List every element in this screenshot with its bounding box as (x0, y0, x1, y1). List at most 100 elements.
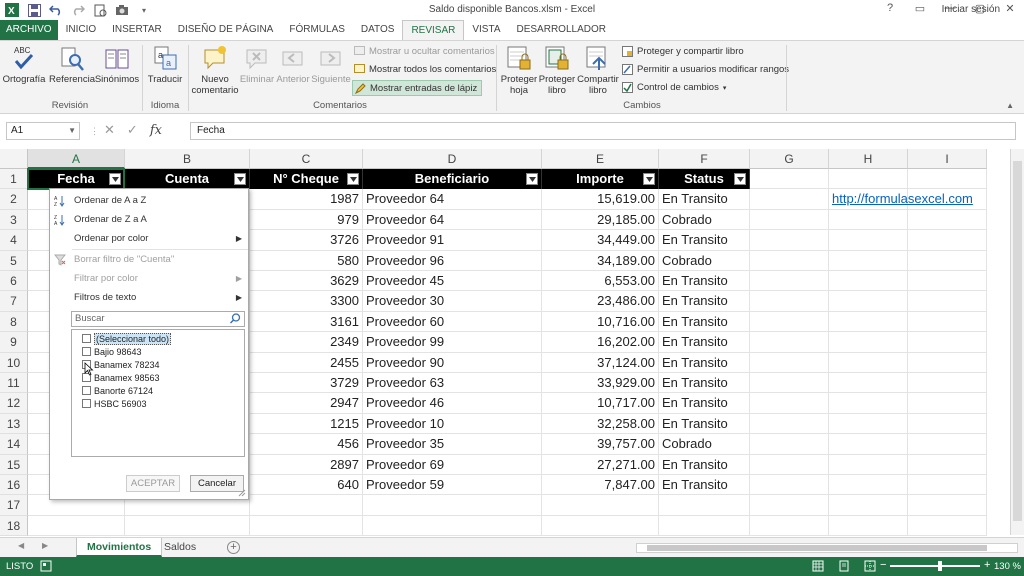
cell[interactable] (659, 515, 750, 537)
row-header[interactable]: 11 (0, 373, 28, 394)
accept-button[interactable]: ACEPTAR (126, 475, 180, 492)
cell[interactable]: 580 (250, 250, 363, 271)
row-header[interactable]: 13 (0, 413, 28, 435)
cell[interactable]: En Transito (659, 332, 750, 353)
cancel-button[interactable]: Cancelar (190, 475, 244, 492)
tab-datos[interactable]: DATOS (353, 20, 403, 40)
confirm-entry-icon[interactable]: ✓ (127, 122, 138, 138)
cell[interactable] (829, 454, 908, 475)
cell[interactable] (659, 495, 750, 516)
cell[interactable]: 33,929.00 (542, 373, 659, 394)
cell[interactable]: 3729 (250, 373, 363, 394)
cell[interactable]: En Transito (659, 454, 750, 475)
cell[interactable]: Proveedor 99 (363, 332, 542, 353)
row-header[interactable]: 1 (0, 169, 28, 190)
ribbon-display-icon[interactable]: ▭ (912, 2, 928, 15)
cell[interactable]: 32,258.00 (542, 413, 659, 435)
cell[interactable]: 2897 (250, 454, 363, 475)
cell[interactable] (125, 515, 250, 537)
tab-inicio[interactable]: INICIO (58, 20, 105, 40)
traducir-button[interactable]: aa Traducir (146, 44, 184, 85)
cell[interactable] (829, 271, 908, 292)
cell[interactable]: Cobrado (659, 209, 750, 231)
close-button[interactable]: ✕ (1002, 2, 1018, 15)
cell[interactable] (908, 230, 987, 251)
cell[interactable]: 2947 (250, 393, 363, 414)
cell[interactable]: 2455 (250, 352, 363, 373)
permitir-modificar-rangos[interactable]: Permitir a usuarios modificar rangos (622, 64, 789, 75)
cell[interactable]: Proveedor 63 (363, 373, 542, 394)
tab-archivo[interactable]: ARCHIVO (0, 20, 58, 40)
proteger-libro-button[interactable]: Proteger libro (538, 44, 576, 96)
cell[interactable] (908, 271, 987, 292)
cell[interactable]: 3300 (250, 291, 363, 312)
help-icon[interactable]: ? (882, 2, 898, 15)
cell[interactable] (750, 332, 829, 353)
cell[interactable] (750, 373, 829, 394)
eliminar-comentario-button[interactable]: Eliminar (240, 44, 274, 85)
row-header[interactable]: 6 (0, 271, 28, 292)
vertical-scroll-thumb[interactable] (1013, 161, 1022, 521)
cell[interactable] (542, 495, 659, 516)
row-header[interactable]: 12 (0, 393, 28, 414)
collapse-ribbon-icon[interactable]: ▲ (1006, 101, 1014, 110)
tab-diseno-pagina[interactable]: DISEÑO DE PÁGINA (170, 20, 282, 40)
cell[interactable] (750, 250, 829, 271)
cell[interactable] (829, 393, 908, 414)
cell[interactable]: Proveedor 30 (363, 291, 542, 312)
checkbox[interactable] (82, 399, 91, 408)
sheet-tab-saldos[interactable]: Saldos (154, 538, 206, 557)
formula-input[interactable]: Fecha (190, 122, 1016, 140)
sort-by-color-item[interactable]: Ordenar por color ▶ (50, 229, 248, 248)
cell[interactable]: 10,717.00 (542, 393, 659, 414)
cell[interactable]: En Transito (659, 352, 750, 373)
hyperlink-cell[interactable]: http://formulasexcel.com (829, 189, 973, 210)
cell[interactable] (750, 495, 829, 516)
cell[interactable]: Proveedor 91 (363, 230, 542, 251)
cell[interactable] (829, 515, 908, 537)
column-header-a[interactable]: A (28, 149, 125, 169)
clear-filter-item[interactable]: Borrar filtro de "Cuenta" (50, 250, 248, 269)
macro-recording-icon[interactable] (40, 560, 52, 572)
cell[interactable] (908, 373, 987, 394)
row-header[interactable]: 9 (0, 332, 28, 353)
tab-revisar[interactable]: REVISAR (402, 20, 465, 40)
cell[interactable]: En Transito (659, 475, 750, 496)
filter-checkbox-item[interactable]: Bajio 98643 (82, 345, 142, 358)
row-header[interactable]: 8 (0, 311, 28, 333)
sinonimos-button[interactable]: Sinónimos (95, 44, 139, 85)
cell[interactable]: Proveedor 46 (363, 393, 542, 414)
checkbox[interactable] (82, 334, 91, 343)
proteger-compartir-libro[interactable]: Proteger y compartir libro (622, 46, 744, 57)
filter-search-input[interactable]: Buscar (71, 311, 245, 327)
cell[interactable] (908, 209, 987, 231)
add-sheet-icon[interactable]: + (227, 541, 240, 554)
cell[interactable] (829, 169, 908, 190)
filter-checkbox-item[interactable]: Banorte 67124 (82, 384, 153, 397)
referencia-button[interactable]: Referencia (49, 44, 95, 85)
cell[interactable]: 23,486.00 (542, 291, 659, 312)
cell[interactable] (829, 495, 908, 516)
anterior-comentario-button[interactable]: Anterior (276, 44, 310, 85)
siguiente-comentario-button[interactable]: Siguiente (311, 44, 351, 85)
sheet-tab-movimientos[interactable]: Movimientos (76, 538, 163, 557)
zoom-in-button[interactable]: + (984, 559, 990, 571)
cancel-entry-icon[interactable]: ✕ (104, 122, 115, 138)
cell[interactable] (829, 434, 908, 455)
cell[interactable]: 640 (250, 475, 363, 496)
cell[interactable] (750, 169, 829, 190)
sort-z-a-item[interactable]: ZA Ordenar de Z a A (50, 210, 248, 229)
cell[interactable] (908, 495, 987, 516)
tab-insertar[interactable]: INSERTAR (104, 20, 170, 40)
signin-link[interactable]: Iniciar sesión (942, 4, 1000, 15)
checkbox[interactable] (82, 347, 91, 356)
row-header[interactable]: 4 (0, 230, 28, 251)
cell[interactable]: Cobrado (659, 434, 750, 455)
zoom-slider[interactable] (890, 561, 980, 571)
column-header-g[interactable]: G (750, 149, 829, 169)
cell[interactable]: Proveedor 64 (363, 189, 542, 210)
name-box[interactable]: A1 ▼ (6, 122, 80, 140)
checkbox[interactable] (82, 386, 91, 395)
cell[interactable] (908, 311, 987, 333)
filter-dropdown-button[interactable] (347, 173, 359, 185)
